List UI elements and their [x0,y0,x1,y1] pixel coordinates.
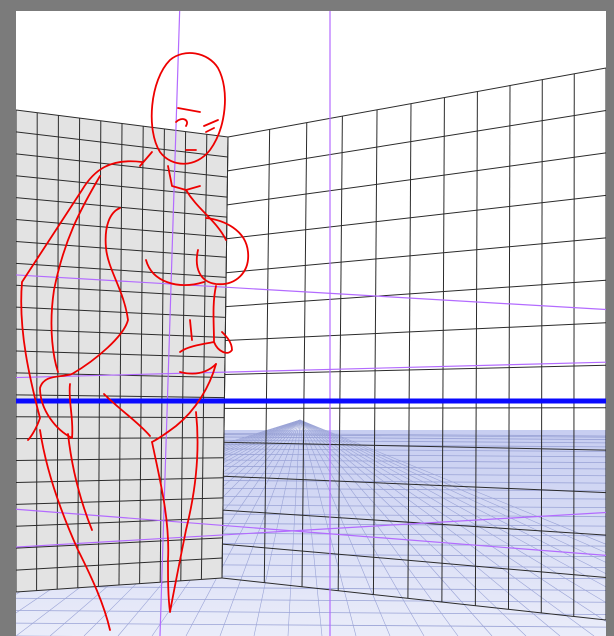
perspective-scene [16,11,606,636]
right-wall-grid-hline [224,407,606,409]
workspace [0,0,614,636]
right-wall-grid-vline [573,73,575,617]
right-wall [222,68,606,620]
